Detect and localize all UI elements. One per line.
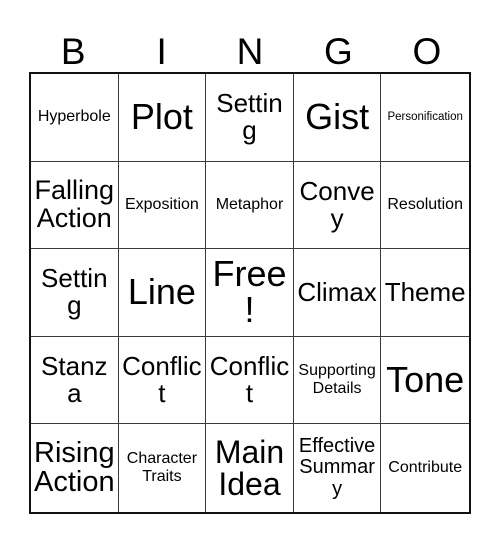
bingo-cell[interactable]: Exposition [118,161,207,250]
bingo-cell-label: Contribute [388,459,463,477]
bingo-cell[interactable]: Setting [31,249,119,337]
bingo-cell-label: Conflict [122,351,202,409]
bingo-cell[interactable]: Main Idea [206,424,294,512]
bingo-cell-label: Personification [387,110,463,123]
bingo-cell[interactable]: Effective Summary [293,424,382,512]
bingo-header-letter-g: G [324,31,353,72]
bingo-grid: Hyperbole Plot Setting Gist Personification F… [29,72,471,514]
bingo-cell[interactable]: Plot [118,74,207,162]
bingo-cell-label: Stanza [41,351,108,409]
bingo-cell-label: Resolution [387,195,463,213]
bingo-cell[interactable]: Hyperbole [31,74,119,162]
bingo-cell-label: Line [127,271,196,313]
bingo-cell[interactable]: Resolution [381,161,469,250]
bingo-cell-label: Tone [386,359,465,401]
bingo-cell[interactable]: Gist [293,74,382,162]
bingo-cell-label: Falling Action [34,175,115,233]
bingo-cell-label: Setting [41,263,108,321]
bingo-free-space-cell[interactable]: Free! [206,249,294,337]
bingo-cell[interactable]: Climax [293,249,382,337]
bingo-cell[interactable]: Metaphor [206,161,294,250]
bingo-cell[interactable]: Supporting Details [293,336,382,425]
bingo-cell-label: Setting [216,88,283,146]
bingo-cell-label: Exposition [124,195,199,213]
bingo-cell-label: Hyperbole [37,108,111,126]
bingo-cell-label: Character Traits [126,450,198,486]
bingo-cell[interactable]: Theme [381,249,469,337]
bingo-cell[interactable]: Convey [293,161,382,250]
bingo-cell[interactable]: Personification [381,74,469,162]
bingo-cell[interactable]: Contribute [381,424,469,512]
bingo-cell-label: Climax [297,276,377,307]
bingo-cell-label: Rising Action [34,436,115,499]
bingo-cell[interactable]: Line [118,249,207,337]
bingo-cell-label: Metaphor [215,195,284,213]
bingo-cell-label: Conflict [209,351,290,409]
bingo-header-letter-n: N [236,31,264,72]
bingo-cell[interactable]: Stanza [31,336,119,425]
bingo-header-letter-i: I [156,31,167,72]
bingo-header-letter-o: O [412,31,442,72]
bingo-cell-label: Free! [212,253,287,331]
bingo-header-letter-b: B [60,31,86,72]
bingo-cell[interactable]: Character Traits [118,424,207,512]
bingo-cell-label: Supporting Details [298,362,376,398]
bingo-cell[interactable]: Tone [381,336,469,425]
bingo-cell-label: Gist [305,96,370,138]
bingo-cell[interactable]: Setting [206,74,294,162]
bingo-cell-label: Theme [384,276,466,307]
bingo-cell-label: Main Idea [214,433,285,503]
bingo-header-row: B I N G O [29,18,471,72]
bingo-cell[interactable]: Rising Action [31,424,119,512]
bingo-cell-label: Convey [299,175,375,233]
bingo-cell[interactable]: Conflict [206,336,294,425]
bingo-cell[interactable]: Conflict [118,336,207,425]
bingo-cell[interactable]: Falling Action [31,161,119,250]
bingo-card: B I N G O Hyperbole Plot Setting Gist Person… [0,0,500,544]
bingo-cell-label: Plot [130,96,193,138]
bingo-cell-label: Effective Summary [298,434,376,500]
